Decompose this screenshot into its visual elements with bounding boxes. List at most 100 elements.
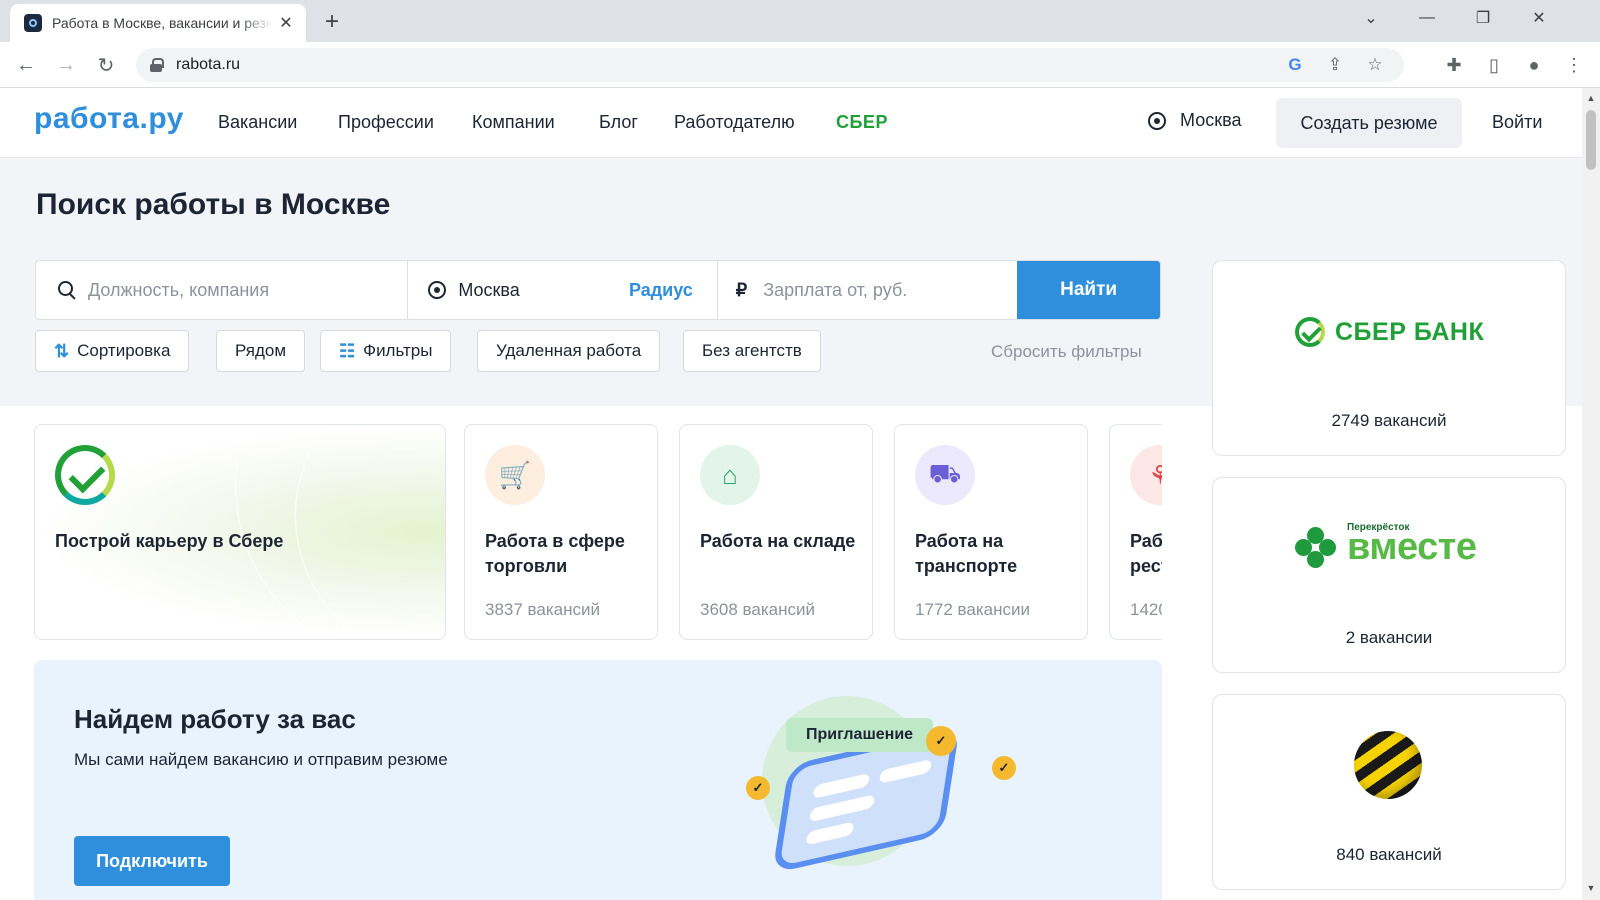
- banner-subtitle: Мы сами найдем вакансию и отправим резюм…: [74, 750, 448, 769]
- close-tab-icon[interactable]: ✕: [276, 13, 296, 33]
- nearby-filter-button[interactable]: Рядом: [216, 330, 306, 372]
- tab-search-chevron-icon[interactable]: ⌄: [1348, 0, 1394, 36]
- nav-professions[interactable]: Профессии: [338, 112, 434, 133]
- filter-sliders-icon: ☷: [339, 340, 356, 361]
- category-card-trade[interactable]: 🛒 Работа в сфере торговли 3837 вакансий: [464, 424, 658, 640]
- nav-companies[interactable]: Компании: [472, 112, 555, 133]
- sort-button[interactable]: ⇅ Сортировка: [35, 330, 190, 372]
- filters-button[interactable]: ☷ Фильтры: [320, 330, 452, 372]
- truck-icon: ⛟: [915, 445, 975, 505]
- company-vacancy-count: 2749 вакансий: [1331, 411, 1447, 430]
- address-bar[interactable]: rabota.ru G ⇪ ☆: [136, 48, 1404, 82]
- category-card-warehouse[interactable]: ⌂ Работа на складе 3608 вакансий: [679, 424, 873, 640]
- check-badge-icon: ✓: [926, 726, 956, 756]
- company-vacancy-count: 2 вакансии: [1345, 628, 1433, 647]
- url-text: rabota.ru: [176, 56, 241, 73]
- restore-window-icon[interactable]: ❐: [1460, 0, 1506, 36]
- card-vacancy-count: 1772 вакансии: [915, 600, 1030, 619]
- sber-check-icon: [55, 445, 115, 505]
- invitation-illustration: Приглашение ✓ ✓ ✓: [702, 690, 1022, 900]
- nearby-label: Рядом: [235, 341, 287, 360]
- share-icon[interactable]: ⇪: [1324, 54, 1346, 76]
- tab-title: Работа в Москве, вакансии и резюме: [52, 15, 272, 31]
- bookmark-star-icon[interactable]: ☆: [1364, 54, 1386, 76]
- no-agencies-filter-button[interactable]: Без агентств: [683, 330, 821, 372]
- new-tab-button[interactable]: +: [318, 8, 346, 36]
- check-badge-icon: ✓: [992, 756, 1016, 780]
- find-button[interactable]: Найти: [1017, 261, 1160, 319]
- card-vacancy-count: 1420 вакансий: [1130, 600, 1162, 619]
- city-name: Москва: [1180, 110, 1242, 130]
- close-window-icon[interactable]: ✕: [1516, 0, 1562, 36]
- company-brand-small: Перекрёсток: [1347, 522, 1410, 533]
- sberbank-logo: СБЕР БАНК: [1295, 317, 1484, 347]
- company-vacancy-count: 840 вакансий: [1336, 845, 1442, 864]
- no-agencies-label: Без агентств: [702, 341, 802, 360]
- ruble-icon: ₽: [735, 279, 748, 300]
- google-icon[interactable]: G: [1284, 54, 1306, 76]
- nav-blog[interactable]: Блог: [599, 112, 638, 133]
- company-card-vmeste[interactable]: Перекрёсток вместе 2 вакансии: [1212, 477, 1566, 673]
- browser-toolbar: ← → ↻ rabota.ru G ⇪ ☆ ✚ ▯ ● ⋮: [0, 42, 1600, 88]
- salary-placeholder: Зарплата от, руб.: [763, 279, 908, 300]
- connect-button[interactable]: Подключить: [74, 836, 230, 886]
- card-title: Построй карьеру в Сбере: [55, 531, 284, 551]
- sber-check-icon: [1295, 317, 1325, 347]
- browser-tabstrip: Работа в Москве, вакансии и резюме ✕ + ⌄…: [0, 0, 1600, 42]
- company-card-sberbank[interactable]: СБЕР БАНК 2749 вакансий: [1212, 260, 1566, 456]
- find-job-for-you-banner: Найдем работу за вас Мы сами найдем вака…: [34, 660, 1162, 900]
- browser-menu-icon[interactable]: ⋮: [1560, 51, 1588, 79]
- location-pin-icon: [1148, 111, 1166, 130]
- vmeste-logo: Перекрёсток вместе: [1295, 522, 1477, 569]
- city-selector[interactable]: Москва: [1148, 110, 1241, 131]
- page-scrollbar[interactable]: ▲ ▼: [1582, 88, 1600, 900]
- side-panel-icon[interactable]: ▯: [1480, 51, 1508, 79]
- forward-arrow-icon[interactable]: →: [52, 51, 80, 79]
- category-card-transport[interactable]: ⛟ Работа на транспорте 1772 вакансии: [894, 424, 1088, 640]
- banner-title: Найдем работу за вас: [74, 704, 356, 734]
- salary-input[interactable]: ₽ Зарплата от, руб.: [718, 261, 1017, 319]
- category-carousel: Построй карьеру в Сбере 🛒 Работа в сфере…: [34, 424, 1162, 642]
- lock-icon: [150, 58, 164, 72]
- site-header: работа.ру Вакансии Профессии Компании Бл…: [0, 88, 1582, 158]
- category-card-restaurants[interactable]: ⚘ Работа в ресторанах 1420 вакансий: [1109, 424, 1162, 640]
- company-card-beeline[interactable]: 840 вакансий: [1212, 694, 1566, 890]
- card-title: Работа на транспорте: [915, 531, 1018, 576]
- job-query-input[interactable]: Должность, компания: [36, 261, 409, 319]
- page-title: Поиск работы в Москве: [36, 188, 391, 221]
- minimize-window-icon[interactable]: —: [1404, 0, 1450, 36]
- site-logo[interactable]: работа.ру: [34, 102, 184, 136]
- card-vacancy-count: 3837 вакансий: [485, 600, 600, 619]
- warehouse-icon: ⌂: [700, 445, 760, 505]
- card-vacancy-count: 3608 вакансий: [700, 600, 815, 619]
- login-link[interactable]: Войти: [1492, 112, 1542, 133]
- browser-tab[interactable]: Работа в Москве, вакансии и резюме ✕: [10, 4, 306, 42]
- filters-label: Фильтры: [363, 341, 433, 360]
- remote-work-label: Удаленная работа: [496, 341, 642, 360]
- extensions-puzzle-icon[interactable]: ✚: [1440, 51, 1468, 79]
- scrollbar-thumb[interactable]: [1586, 110, 1596, 170]
- search-icon: [58, 281, 76, 299]
- reload-icon[interactable]: ↻: [92, 51, 120, 79]
- city-input-value: Москва: [458, 279, 520, 300]
- job-query-placeholder: Должность, компания: [88, 279, 270, 300]
- beeline-logo-icon: [1354, 731, 1422, 799]
- scroll-down-arrow-icon[interactable]: ▼: [1582, 880, 1600, 896]
- clover-icon: [1295, 526, 1337, 569]
- nav-employer[interactable]: Работодателю: [674, 112, 795, 133]
- remote-work-filter-button[interactable]: Удаленная работа: [477, 330, 661, 372]
- invitation-label: Приглашение: [786, 718, 934, 752]
- profile-avatar-icon[interactable]: ●: [1520, 51, 1548, 79]
- back-arrow-icon[interactable]: ←: [12, 51, 40, 79]
- sber-career-card[interactable]: Построй карьеру в Сбере: [34, 424, 446, 640]
- card-title: Работа на складе: [700, 531, 856, 551]
- city-input[interactable]: Москва Радиус: [408, 261, 718, 319]
- scroll-up-arrow-icon[interactable]: ▲: [1582, 90, 1600, 106]
- nav-sber[interactable]: СБЕР: [836, 112, 888, 133]
- radius-link[interactable]: Радиус: [629, 280, 693, 301]
- sort-label: Сортировка: [77, 341, 171, 360]
- check-badge-icon: ✓: [746, 776, 770, 800]
- create-resume-button[interactable]: Создать резюме: [1276, 98, 1462, 148]
- nav-vacancies[interactable]: Вакансии: [218, 112, 297, 133]
- reset-filters-link[interactable]: Сбросить фильтры: [991, 342, 1142, 362]
